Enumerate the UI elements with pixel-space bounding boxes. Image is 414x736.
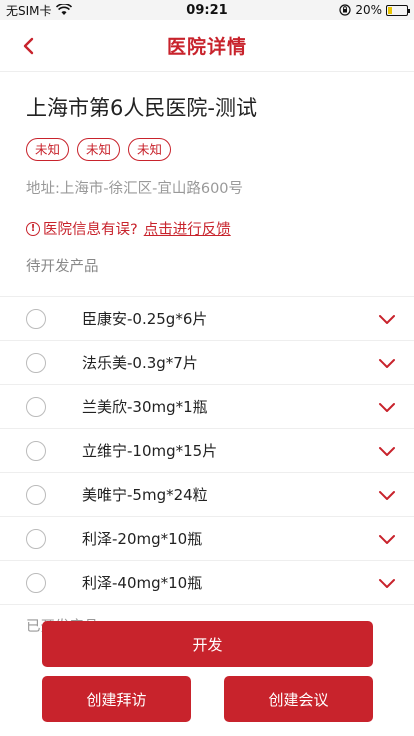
pending-products-label: 待开发产品 (26, 259, 99, 275)
chevron-down-icon[interactable] (378, 574, 396, 592)
status-left: 无SIM卡 (6, 2, 72, 19)
product-radio[interactable] (26, 352, 46, 373)
status-bar: 无SIM卡 09:21 20% (0, 0, 414, 20)
chevron-down-icon[interactable] (378, 354, 396, 372)
product-radio[interactable] (26, 440, 46, 461)
product-name: 立维宁-10mg*15片 (82, 442, 218, 460)
product-radio[interactable] (26, 572, 46, 593)
product-name: 美唯宁-5mg*24粒 (82, 486, 208, 504)
product-list: 臣康安-0.25g*6片 法乐美-0.3g*7片 兰美欣-30mg*1瓶 立维宁… (0, 296, 414, 605)
chevron-down-icon[interactable] (378, 530, 396, 548)
warning-icon: ! (26, 221, 40, 236)
product-row[interactable]: 利泽-40mg*10瓶 (0, 561, 414, 605)
hospital-name: 上海市第6人民医院-测试 (26, 96, 257, 120)
orientation-lock-icon (339, 4, 351, 16)
hospital-tags: 未知 未知 未知 (26, 138, 388, 161)
product-row[interactable]: 兰美欣-30mg*1瓶 (0, 385, 414, 429)
product-row[interactable]: 立维宁-10mg*15片 (0, 429, 414, 473)
product-name: 利泽-20mg*10瓶 (82, 530, 203, 548)
hospital-tag: 未知 (26, 138, 70, 161)
create-meeting-button[interactable]: 创建会议 (224, 676, 373, 722)
product-row[interactable]: 利泽-20mg*10瓶 (0, 517, 414, 561)
page-title: 医院详情 (166, 36, 247, 58)
product-name: 兰美欣-30mg*1瓶 (82, 398, 208, 416)
carrier-label: 无SIM卡 (6, 3, 52, 18)
chevron-down-icon[interactable] (378, 486, 396, 504)
battery-level (388, 6, 392, 14)
product-row[interactable]: 美唯宁-5mg*24粒 (0, 473, 414, 517)
product-name: 利泽-40mg*10瓶 (82, 574, 203, 592)
hospital-info: 上海市第6人民医院-测试 未知 未知 未知 地址:上海市-徐汇区-宜山路600号… (0, 92, 414, 276)
chevron-down-icon[interactable] (378, 398, 396, 416)
feedback-question: 医院信息有误? (43, 222, 138, 238)
battery-icon (386, 4, 410, 16)
chevron-down-icon[interactable] (378, 310, 396, 328)
status-right: 20% (339, 3, 410, 17)
product-radio[interactable] (26, 396, 46, 417)
product-name: 法乐美-0.3g*7片 (82, 354, 198, 372)
product-radio[interactable] (26, 308, 46, 329)
hospital-tag: 未知 (77, 138, 121, 161)
feedback-row: ! 医院信息有误? 点击进行反馈 (26, 218, 388, 239)
hospital-address: 地址:上海市-徐汇区-宜山路600号 (26, 181, 244, 197)
wifi-icon (55, 4, 72, 15)
product-radio[interactable] (26, 484, 46, 505)
feedback-link[interactable]: 点击进行反馈 (144, 218, 231, 239)
product-row[interactable]: 臣康安-0.25g*6片 (0, 297, 414, 341)
back-button[interactable] (14, 32, 42, 60)
create-visit-button[interactable]: 创建拜访 (42, 676, 191, 722)
product-row[interactable]: 法乐美-0.3g*7片 (0, 341, 414, 385)
nav-bar: 医院详情 (0, 20, 414, 72)
chevron-down-icon[interactable] (378, 442, 396, 460)
product-name: 臣康安-0.25g*6片 (82, 310, 208, 328)
product-radio[interactable] (26, 528, 46, 549)
develop-button[interactable]: 开发 (42, 621, 373, 667)
battery-percent: 20% (355, 3, 382, 17)
chevron-left-icon (23, 37, 34, 55)
hospital-tag: 未知 (128, 138, 172, 161)
